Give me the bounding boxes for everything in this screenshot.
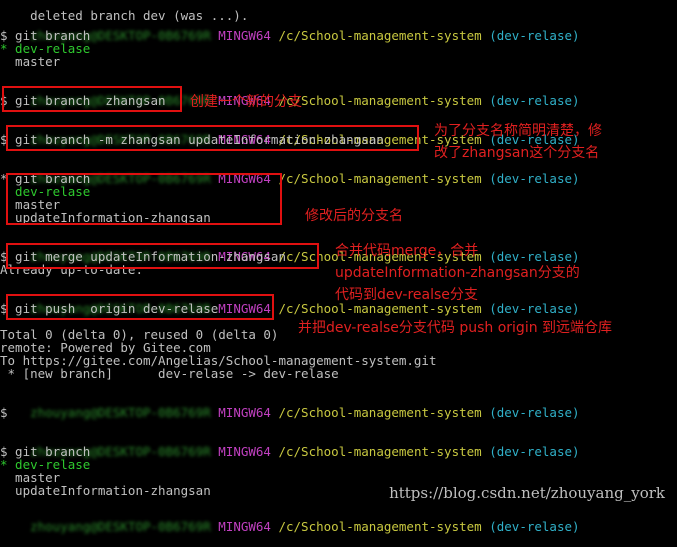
highlight-branch-list-box [6, 173, 282, 225]
annotation-push: 并把dev-realse分支代码 push origin 到远端仓库 [298, 320, 613, 336]
watermark-text: https://blog.csdn.net/zhouyang_york [389, 484, 665, 502]
highlight-create-box [2, 86, 182, 112]
command-output: * [new branch] dev-relase -> dev-relase [0, 366, 339, 381]
annotation-rename: 为了分支名称简明清楚，修 改了zhangsan这个分支名 [434, 123, 602, 161]
highlight-rename-box [6, 125, 419, 151]
prompt-line: zhouyang@DESKTOP-0B6769R MINGW64 /c/Scho… [30, 405, 580, 420]
highlight-merge-box [6, 243, 319, 269]
annotation-modified: 修改后的分支名 [305, 208, 403, 224]
terminal-line: deleted branch dev (was ...). [30, 8, 249, 23]
highlight-push-box [6, 294, 274, 320]
branch-list-item: master [0, 54, 61, 69]
branch-list-item: updateInformation-zhangsan [0, 483, 211, 498]
annotation-merge: 合并代码merge，合并 updateInformation-zhangsan分… [335, 243, 580, 303]
annotation-create: 创建一个新的分支 [190, 94, 302, 110]
command-line: $ [0, 405, 8, 420]
